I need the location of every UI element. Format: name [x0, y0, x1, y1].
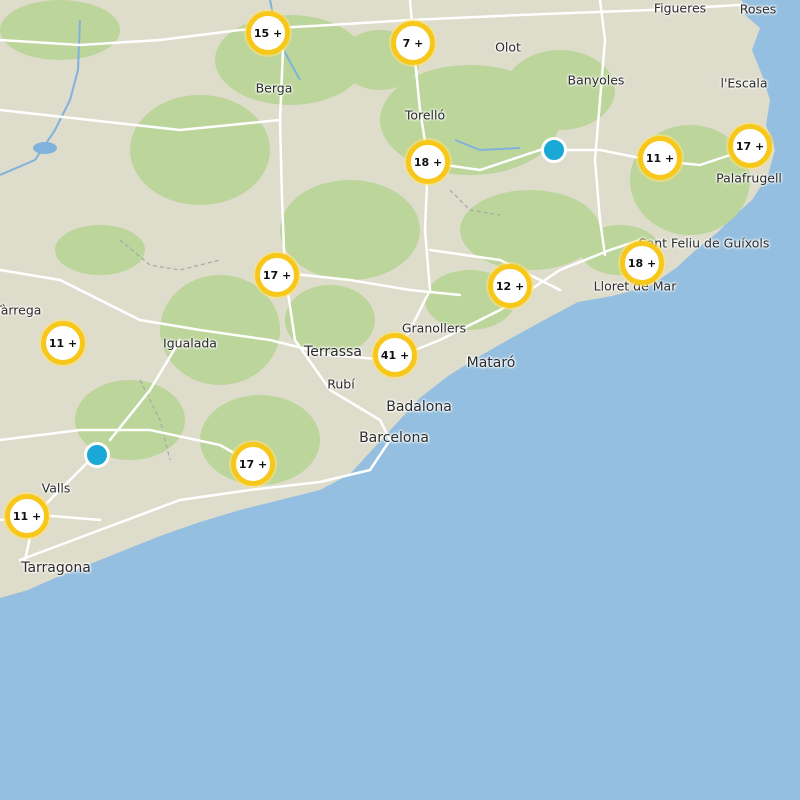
cluster-marker-palafrugell[interactable]: 17 +: [728, 124, 772, 168]
cluster-marker-lescala[interactable]: 11 +: [638, 136, 682, 180]
cluster-marker-granollers-east[interactable]: 12 +: [488, 264, 532, 308]
cluster-marker-tarrega[interactable]: 11 +: [41, 321, 85, 365]
cluster-marker-lloret[interactable]: 18 +: [620, 241, 664, 285]
lake: [33, 142, 57, 154]
cluster-marker-terrassa[interactable]: 41 +: [373, 333, 417, 377]
cluster-marker-valls[interactable]: 11 +: [5, 494, 49, 538]
map-basemap[interactable]: [0, 0, 800, 800]
cluster-marker-berga-north[interactable]: 15 +: [246, 11, 290, 55]
map-view[interactable]: Figueres Roses Olot Banyoles l'Escala Be…: [0, 0, 800, 800]
cluster-marker-berga-south[interactable]: 17 +: [255, 253, 299, 297]
point-marker-valls[interactable]: [84, 442, 110, 468]
cluster-marker-olot-west[interactable]: 7 +: [391, 21, 435, 65]
point-marker-banyoles[interactable]: [541, 137, 567, 163]
cluster-marker-garraf[interactable]: 17 +: [231, 442, 275, 486]
cluster-marker-torello[interactable]: 18 +: [406, 140, 450, 184]
